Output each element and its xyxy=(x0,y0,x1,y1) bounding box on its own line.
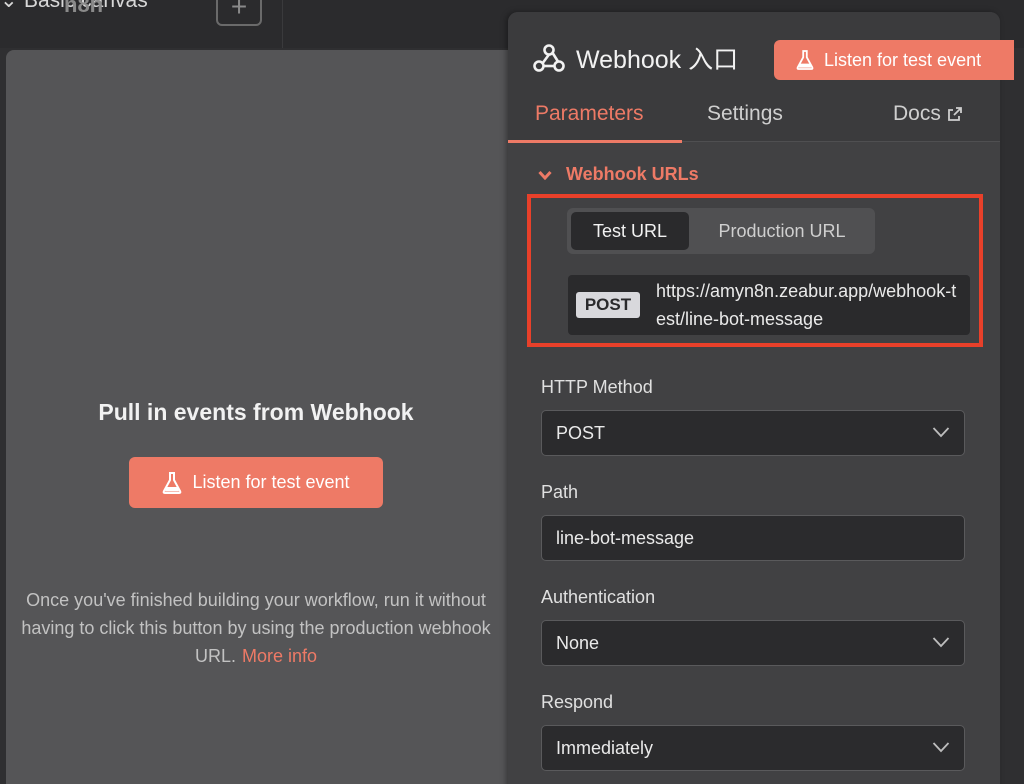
external-link-icon xyxy=(947,107,962,121)
add-node-button[interactable]: + xyxy=(216,0,262,26)
chevron-down-icon xyxy=(932,427,950,438)
tab-docs[interactable]: Docs xyxy=(893,102,963,126)
webhook-url-row[interactable]: POST https://amyn8n.zeabur.app/webhook-t… xyxy=(568,275,970,335)
authentication-label: Authentication xyxy=(541,587,656,607)
webhook-icon xyxy=(533,44,565,72)
app-root: ⌄ Basic canvas n8n + Pull in events from … xyxy=(0,0,1024,784)
chevron-down-icon xyxy=(538,170,552,180)
node-tabs: Parameters Settings Docs xyxy=(508,96,1000,143)
respond-select[interactable]: Immediately xyxy=(541,725,965,771)
authentication-value: None xyxy=(556,633,600,653)
respond-value: Immediately xyxy=(556,738,654,758)
listen-for-test-event-button[interactable]: Listen for test event xyxy=(129,457,383,508)
top-divider xyxy=(282,0,283,48)
path-label: Path xyxy=(541,482,579,502)
webhook-url-highlight: Test URL Production URL POST https://amy… xyxy=(527,194,983,347)
method-badge: POST xyxy=(576,292,640,318)
chevron-down-icon: ⌄ xyxy=(0,0,18,12)
production-url-tab[interactable]: Production URL xyxy=(693,212,871,250)
webhook-url-text[interactable]: https://amyn8n.zeabur.app/webhook-test/l… xyxy=(656,277,966,333)
active-tab-indicator xyxy=(508,140,682,143)
chevron-down-icon xyxy=(932,742,950,753)
header-listen-button[interactable]: Listen for test event xyxy=(774,40,1014,80)
chevron-down-icon xyxy=(932,637,950,648)
url-type-toggle: Test URL Production URL xyxy=(567,208,875,254)
helper-text: Once you've finished building your workf… xyxy=(20,586,492,670)
input-panel-title: Pull in events from Webhook xyxy=(98,399,414,425)
header-listen-button-label: Listen for test event xyxy=(824,49,982,70)
tab-parameters[interactable]: Parameters xyxy=(535,102,644,126)
http-method-select[interactable]: POST xyxy=(541,410,965,456)
node-parameters-panel: Webhook 入口 Listen for test event Paramet… xyxy=(508,12,1014,784)
authentication-select[interactable]: None xyxy=(541,620,965,666)
http-method-value: POST xyxy=(556,423,606,443)
test-url-tab[interactable]: Test URL xyxy=(571,212,689,250)
webhook-urls-toggle[interactable]: Webhook URLs xyxy=(538,164,699,185)
flask-icon xyxy=(796,50,814,70)
more-info-link[interactable]: More info xyxy=(242,646,317,666)
node-title[interactable]: Webhook 入口 xyxy=(576,40,738,76)
http-method-label: HTTP Method xyxy=(541,377,653,397)
tab-settings[interactable]: Settings xyxy=(707,102,783,126)
listen-button-label: Listen for test event xyxy=(192,472,350,492)
tab-docs-label: Docs xyxy=(893,102,941,125)
path-value: line-bot-message xyxy=(556,528,695,548)
respond-label: Respond xyxy=(541,692,614,712)
n8n-logo: n8n xyxy=(64,0,104,17)
path-input[interactable]: line-bot-message xyxy=(541,515,965,561)
webhook-urls-label: Webhook URLs xyxy=(566,164,699,184)
flask-icon xyxy=(163,471,182,494)
